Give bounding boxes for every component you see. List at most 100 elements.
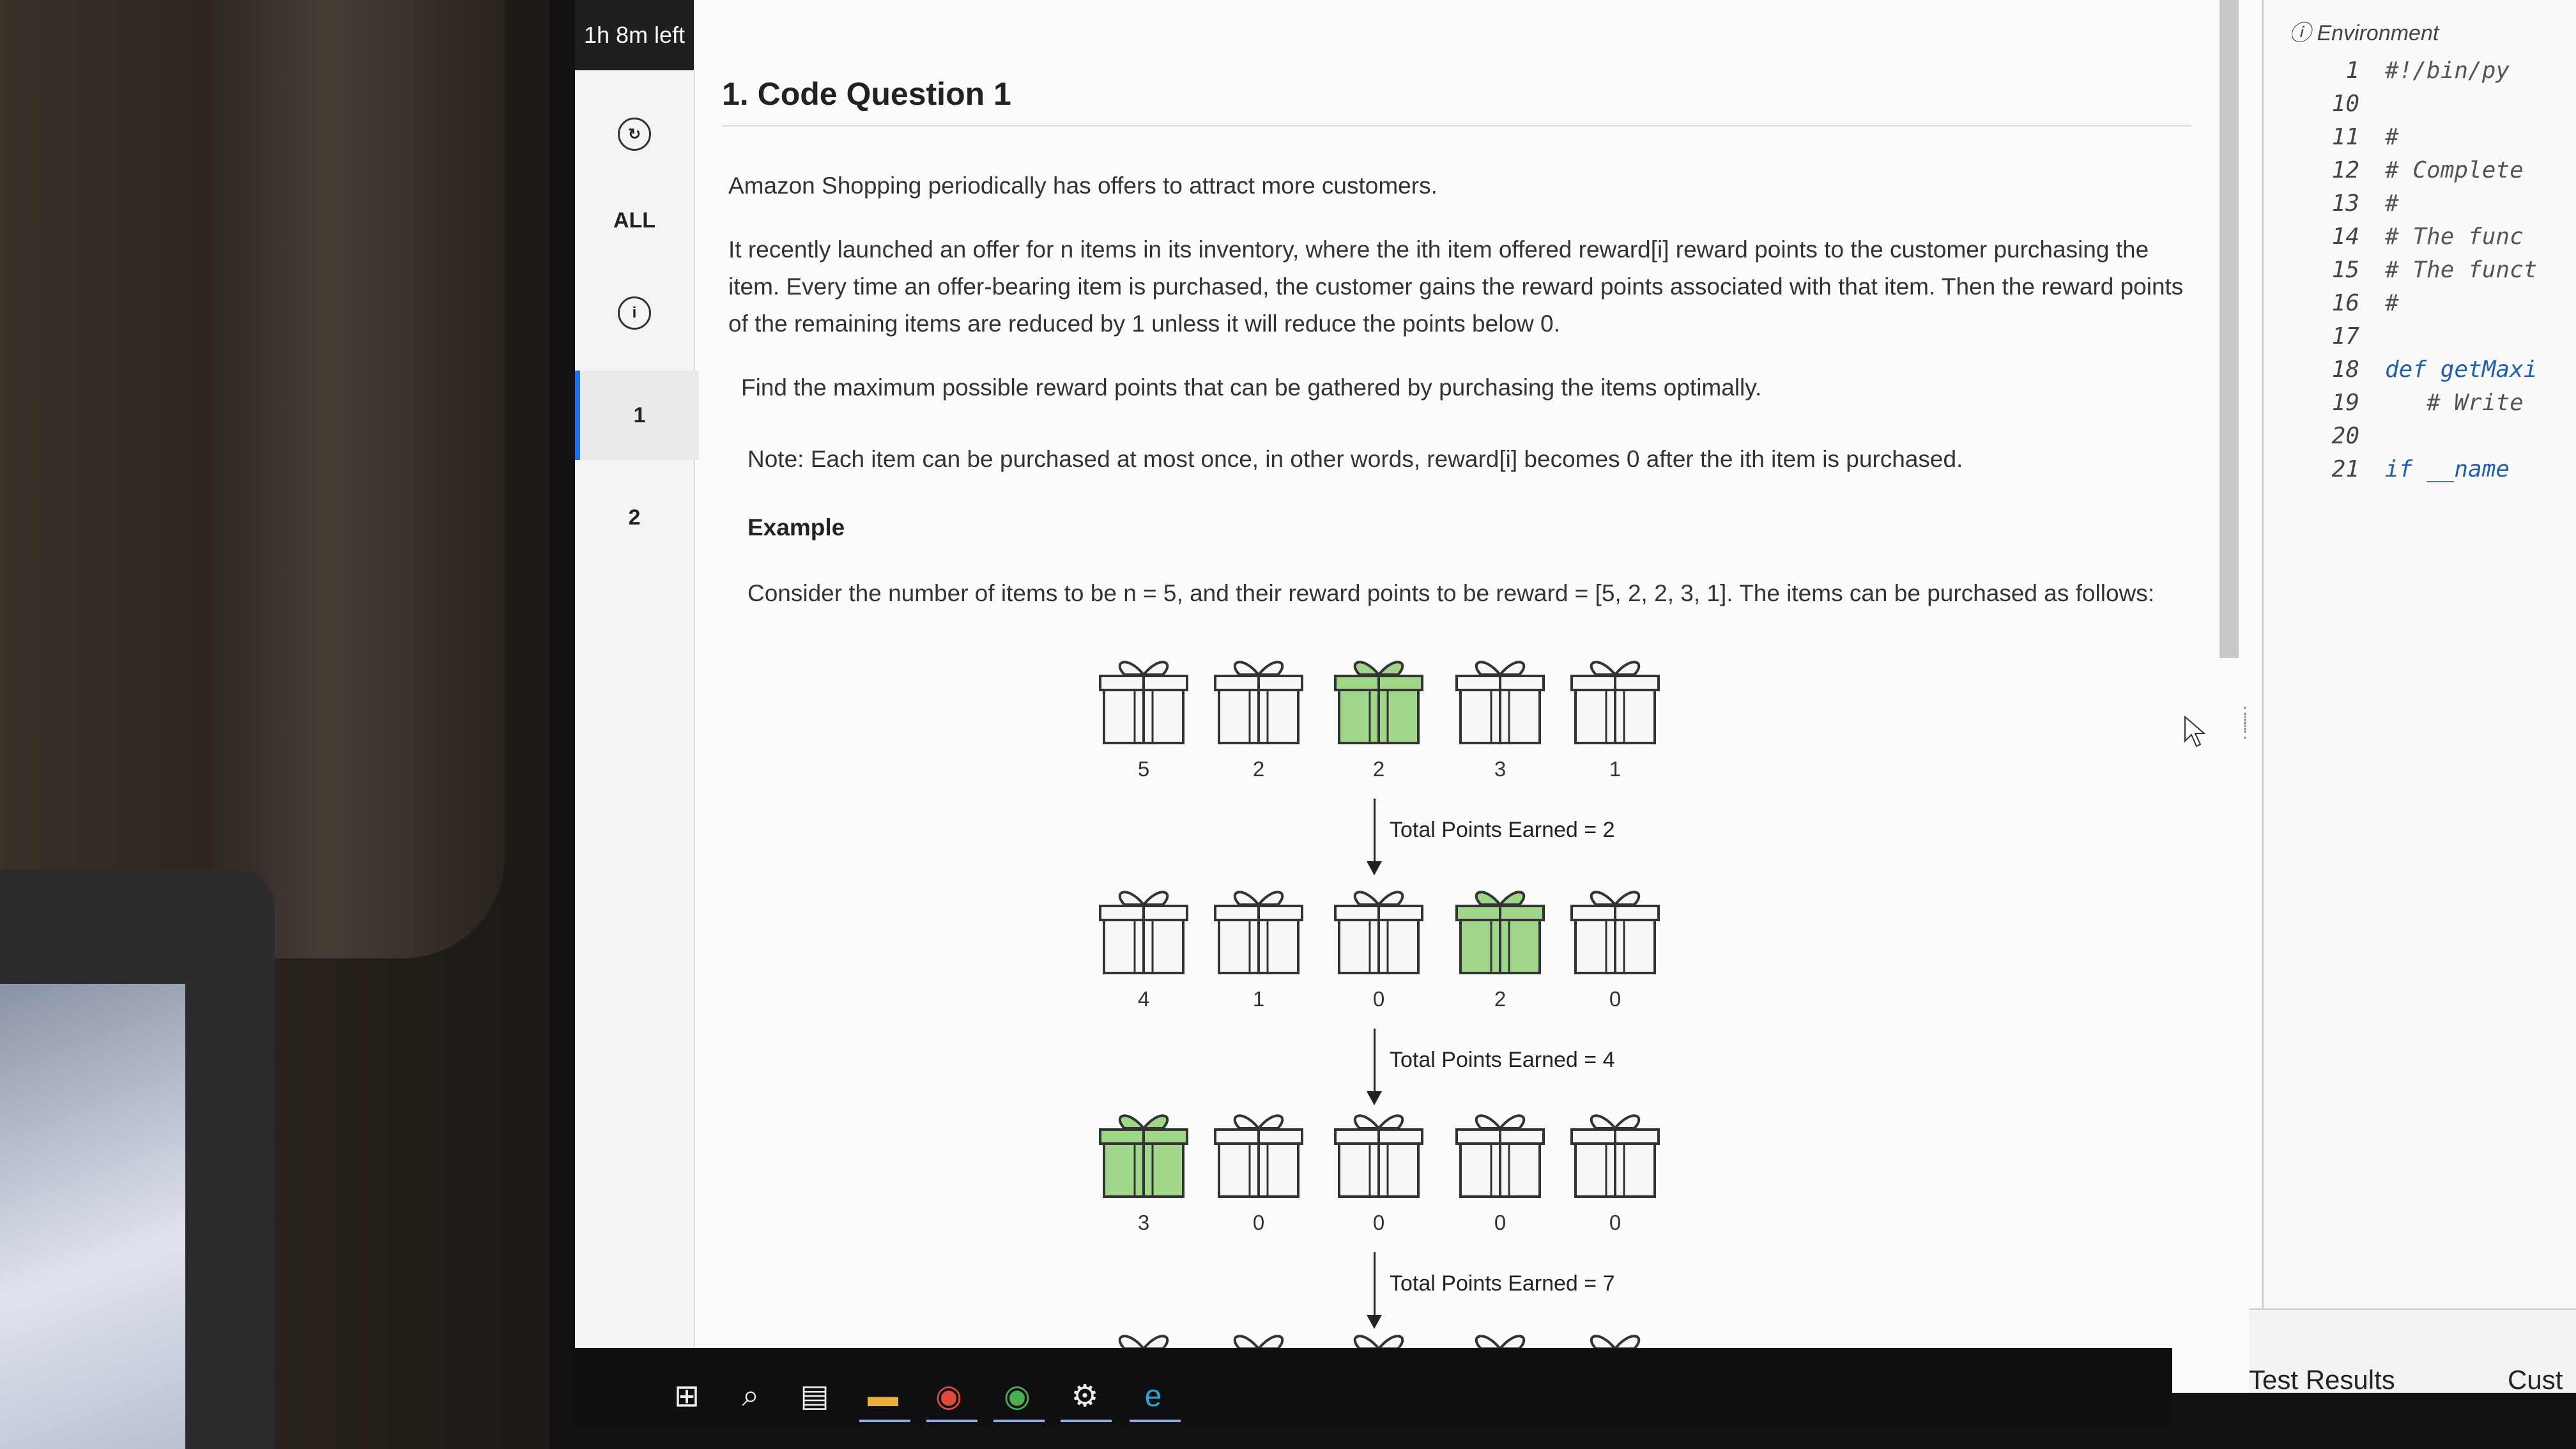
code-text: if __name — [2385, 456, 2510, 482]
gift-item — [1214, 1105, 1303, 1201]
code-line[interactable]: 10 — [2264, 91, 2576, 124]
line-number: 16 — [2331, 290, 2359, 316]
step-arrow — [1374, 1252, 1376, 1316]
step-arrow — [1374, 1029, 1376, 1092]
question-panel: 1. Code Question 1 Amazon Shopping perio… — [722, 0, 2206, 1393]
gift-item — [1334, 882, 1423, 977]
mouse-cursor-icon — [2184, 716, 2206, 747]
code-editor[interactable]: ⓘ Environment 1 #!/bin/py 10 11 #12 # Complet… — [2262, 0, 2576, 1393]
laptop-screen — [0, 984, 185, 1449]
gift-reward-label: 0 — [1372, 1211, 1385, 1234]
code-text: # Complete — [2385, 157, 2524, 183]
example-text: Consider the number of items to be n = 5… — [747, 580, 2155, 606]
code-line[interactable]: 20 — [2264, 423, 2576, 456]
code-text: # Write — [2385, 390, 2524, 416]
gift-item — [1099, 882, 1188, 977]
green-app-icon[interactable]: ◉ — [998, 1377, 1036, 1415]
active-indicator — [926, 1420, 977, 1422]
code-text: #!/bin/py — [2385, 57, 2510, 84]
code-line[interactable]: 14 # The func — [2264, 224, 2576, 257]
custom-input-tab[interactable]: Cust — [2508, 1365, 2563, 1395]
code-line[interactable]: 11 # — [2264, 124, 2576, 157]
gift-item — [1570, 882, 1660, 977]
code-line[interactable]: 18 def getMaxi — [2264, 356, 2576, 390]
gift-item — [1455, 882, 1545, 977]
gift-item — [1455, 652, 1545, 747]
total-points-earned: Total Points Earned = 4 — [1390, 1048, 1615, 1072]
refresh-icon[interactable]: ↻ — [575, 109, 694, 160]
gift-item — [1334, 652, 1423, 747]
code-text: # The func — [2385, 224, 2524, 250]
gift-reward-label: 3 — [1137, 1211, 1150, 1234]
example-heading: Example — [747, 514, 845, 540]
line-number: 13 — [2331, 190, 2359, 217]
code-line[interactable]: 21 if __name — [2264, 456, 2576, 489]
question-nav: ↻ ALL i 1 2 — [575, 70, 699, 1348]
line-number: 14 — [2331, 224, 2359, 250]
chrome-icon[interactable]: ◉ — [930, 1377, 968, 1415]
line-number: 18 — [2331, 356, 2359, 383]
environment-text: Environment — [2317, 21, 2439, 45]
search-icon[interactable]: ⌕ — [732, 1377, 770, 1415]
gift-reward-label: 0 — [1609, 1211, 1621, 1234]
gift-reward-label: 1 — [1252, 987, 1265, 1011]
active-indicator — [1061, 1420, 1112, 1422]
title-divider — [722, 125, 2191, 126]
gift-item — [1214, 882, 1303, 977]
step-arrow-head — [1367, 861, 1382, 875]
gift-item — [1099, 1105, 1188, 1201]
code-line[interactable]: 19 # Write — [2264, 390, 2576, 423]
windows-start-icon[interactable]: ⊞ — [668, 1377, 706, 1415]
line-number: 21 — [2331, 456, 2359, 482]
info-icon-glyph: i — [618, 296, 651, 330]
code-line[interactable]: 12 # Complete — [2264, 157, 2576, 190]
test-results-tab[interactable]: Test Results — [2249, 1365, 2395, 1395]
code-line[interactable]: 17 — [2264, 323, 2576, 356]
question-1-tab[interactable]: 1 — [575, 371, 699, 460]
code-text: # — [2385, 190, 2399, 217]
all-questions-button[interactable]: ALL — [575, 198, 694, 243]
monitor-screen: 1h 8m left ↻ ALL i 1 2 1. Code Question … — [575, 0, 2576, 1393]
line-number: 15 — [2331, 257, 2359, 283]
total-points-earned: Total Points Earned = 7 — [1390, 1271, 1615, 1296]
gift-reward-label: 4 — [1137, 987, 1150, 1011]
code-line[interactable]: 15 # The funct — [2264, 257, 2576, 290]
edge-browser-icon[interactable]: e — [1134, 1377, 1172, 1415]
gift-item — [1455, 1105, 1545, 1201]
gift-item — [1214, 652, 1303, 747]
hanging-cloth — [211, 0, 505, 958]
task-view-icon[interactable]: ▤ — [795, 1377, 834, 1415]
info-icon[interactable]: i — [575, 288, 694, 339]
active-indicator — [1130, 1420, 1181, 1422]
gift-reward-label: 0 — [1609, 987, 1621, 1011]
question-2-tab[interactable]: 2 — [575, 479, 694, 556]
gift-item — [1570, 1105, 1660, 1201]
code-line[interactable]: 13 # — [2264, 190, 2576, 224]
gift-item — [1570, 652, 1660, 747]
gift-reward-label: 3 — [1494, 757, 1506, 781]
active-indicator — [993, 1420, 1045, 1422]
gift-reward-label: 0 — [1494, 1211, 1506, 1234]
environment-label[interactable]: ⓘ Environment — [2289, 15, 2439, 47]
step-arrow — [1374, 799, 1376, 862]
settings-gear-icon[interactable]: ⚙ — [1066, 1377, 1104, 1415]
code-line[interactable]: 1 #!/bin/py — [2264, 57, 2576, 91]
gift-reward-label: 0 — [1372, 987, 1385, 1011]
code-text: # The funct — [2385, 257, 2538, 283]
question-scrollbar[interactable] — [2220, 0, 2239, 658]
gift-reward-label: 1 — [1609, 757, 1621, 781]
task-text: Find the maximum possible reward points … — [741, 374, 1762, 401]
code-text: def getMaxi — [2385, 356, 2538, 383]
code-line[interactable]: 16 # — [2264, 290, 2576, 323]
file-explorer-icon[interactable]: ▬ — [864, 1377, 902, 1415]
gift-item — [1099, 652, 1188, 747]
line-number: 11 — [2331, 124, 2359, 150]
code-text: # — [2385, 290, 2399, 316]
gift-reward-label: 2 — [1494, 987, 1506, 1011]
code-text: # — [2385, 124, 2399, 150]
intro-text: Amazon Shopping periodically has offers … — [728, 172, 1438, 199]
gift-item — [1334, 1105, 1423, 1201]
panel-resize-handle[interactable]: ⋮⋮ ⋮⋮ ⋮⋮ — [2236, 705, 2272, 773]
total-points-earned: Total Points Earned = 2 — [1390, 818, 1615, 842]
active-indicator — [859, 1420, 910, 1422]
